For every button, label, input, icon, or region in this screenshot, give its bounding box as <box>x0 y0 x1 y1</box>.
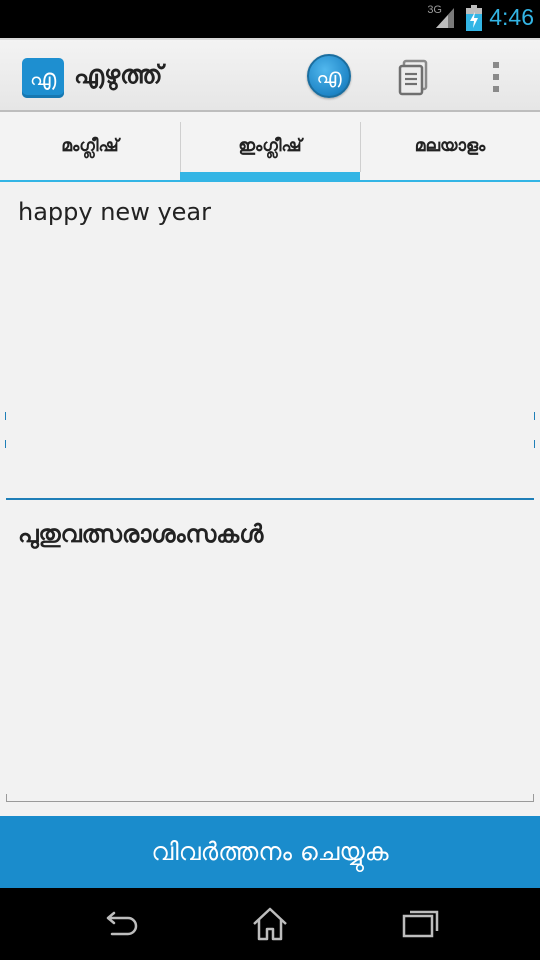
tab-english[interactable]: ഇംഗ്ലീഷ് <box>180 112 360 180</box>
input-edge-right-2 <box>534 440 535 448</box>
app-logo[interactable]: എ <box>22 58 64 98</box>
tab-malayalam[interactable]: മലയാളം <box>360 112 540 180</box>
recents-icon[interactable] <box>400 904 440 944</box>
copy-icon[interactable] <box>396 58 432 96</box>
translated-text-output[interactable]: പുതുവത്സരാശംസകൾ <box>6 508 534 802</box>
action-bar: എ എഴുത്ത് എ <box>0 38 540 112</box>
screen: 3G 4:46 എ എഴുത്ത് എ മംഗ്ലീഷ് ഇംഗ്ലീഷ് മല… <box>0 0 540 960</box>
input-mode-button[interactable]: എ <box>307 54 351 98</box>
translate-button[interactable]: വിവർത്തനം ചെയ്യുക <box>0 816 540 888</box>
app-title: എഴുത്ത് <box>74 60 163 89</box>
output-edge-right <box>533 794 534 802</box>
input-edge-left <box>5 412 6 420</box>
source-text-input[interactable]: happy new year <box>5 186 535 500</box>
output-edge-left <box>6 794 7 802</box>
translated-text: പുതുവത്സരാശംസകൾ <box>18 520 264 548</box>
tab-manglish[interactable]: മംഗ്ലീഷ് <box>0 112 180 180</box>
source-text: happy new year <box>18 198 211 226</box>
home-icon[interactable] <box>250 904 290 944</box>
input-edge-right <box>534 412 535 420</box>
status-time: 4:46 <box>489 4 534 30</box>
navigation-bar <box>0 888 540 960</box>
input-edge-left-2 <box>5 440 6 448</box>
overflow-menu-icon[interactable] <box>486 58 506 96</box>
tab-bar: മംഗ്ലീഷ് ഇംഗ്ലീഷ് മലയാളം <box>0 112 540 182</box>
back-icon[interactable] <box>100 904 140 944</box>
battery-charging-icon <box>466 5 482 31</box>
signal-icon <box>436 8 454 28</box>
status-bar: 3G 4:46 <box>0 0 540 38</box>
